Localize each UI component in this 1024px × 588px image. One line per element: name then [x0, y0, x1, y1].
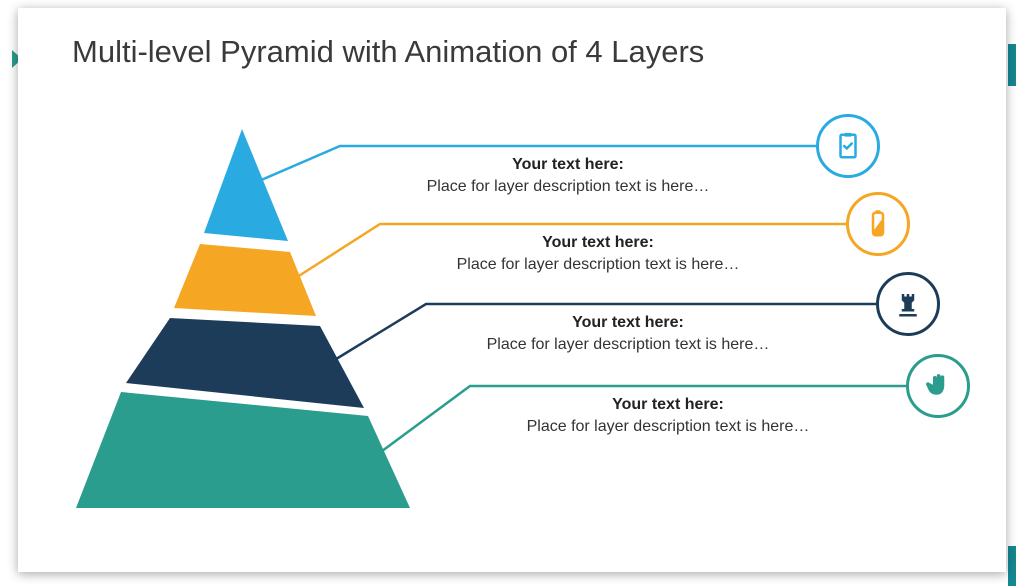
pyramid-layer-1	[204, 129, 288, 241]
accent-right-top	[1008, 44, 1016, 86]
hand-icon	[906, 354, 970, 418]
layer-4-desc: Place for layer description text is here…	[458, 418, 878, 436]
connector-1-dot	[247, 179, 257, 189]
layer-1-desc: Place for layer description text is here…	[358, 178, 778, 196]
connector-4-dot	[373, 449, 383, 459]
layer-3-header: Your text here:	[418, 314, 838, 332]
battery-icon	[846, 192, 910, 256]
layer-2-desc: Place for layer description text is here…	[388, 256, 808, 274]
layer-2-text: Your text here: Place for layer descript…	[388, 234, 808, 274]
layer-1-header: Your text here:	[358, 156, 778, 174]
clipboard-check-icon	[816, 114, 880, 178]
chess-rook-icon	[876, 272, 940, 336]
connector-2-dot	[275, 283, 285, 293]
layer-3-desc: Place for layer description text is here…	[418, 336, 838, 354]
layer-4-header: Your text here:	[458, 396, 878, 414]
connector-3-dot	[323, 359, 333, 369]
slide: Multi-level Pyramid with Animation of 4 …	[18, 8, 1006, 572]
pyramid-layer-4	[76, 392, 410, 508]
layer-3-text: Your text here: Place for layer descript…	[418, 314, 838, 354]
layer-4-text: Your text here: Place for layer descript…	[458, 396, 878, 436]
accent-right-bottom	[1008, 546, 1016, 586]
pyramid-diagram	[18, 8, 1006, 572]
layer-1-text: Your text here: Place for layer descript…	[358, 156, 778, 196]
layer-2-header: Your text here:	[388, 234, 808, 252]
